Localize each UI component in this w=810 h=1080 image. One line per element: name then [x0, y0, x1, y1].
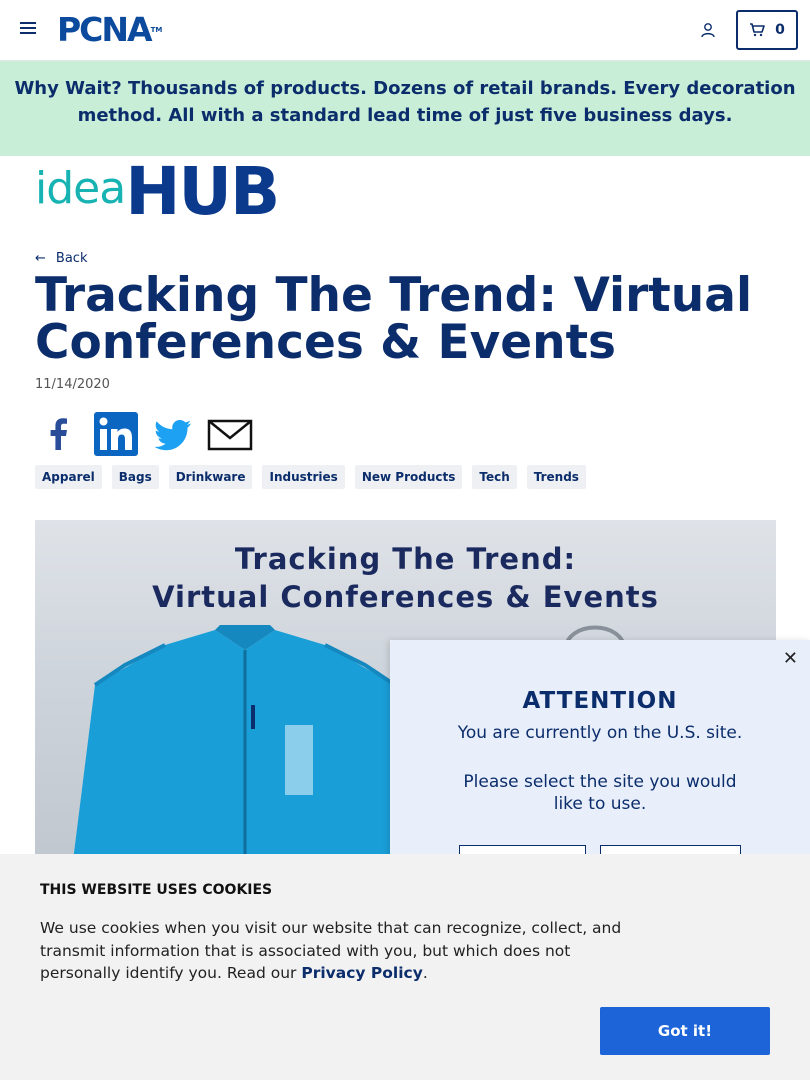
facebook-icon[interactable]: [35, 410, 83, 458]
cookie-title: THIS WEBSITE USES COOKIES: [40, 882, 273, 898]
modal-instruction: Please select the site you would like to…: [463, 772, 737, 814]
back-link[interactable]: ← Back: [35, 251, 87, 266]
cookie-banner: THIS WEBSITE USES COOKIES We use cookies…: [0, 854, 810, 1080]
tag-list: Apparel Bags Drinkware Industries New Pr…: [35, 465, 586, 489]
hero-title: Tracking The Trend: Virtual Conferences …: [35, 540, 776, 616]
email-icon[interactable]: [206, 410, 254, 458]
logo-text: PCNA: [57, 10, 153, 49]
cookie-text: We use cookies when you visit our websit…: [40, 917, 630, 985]
modal-heading: ATTENTION: [522, 688, 678, 714]
hero-title-line1: Tracking The Trend:: [234, 542, 577, 576]
linkedin-icon[interactable]: [92, 410, 140, 458]
cart-button[interactable]: 0: [736, 10, 798, 50]
tag-drinkware[interactable]: Drinkware: [168, 465, 253, 489]
pcna-logo[interactable]: PCNATM: [57, 13, 162, 47]
privacy-policy-link[interactable]: Privacy Policy: [301, 964, 423, 982]
ideahub-idea: idea: [35, 163, 126, 214]
hero-title-line2: Virtual Conferences & Events: [152, 580, 659, 614]
hamburger-menu-icon[interactable]: [20, 22, 36, 36]
site-selection-modal: ✕ ATTENTION You are currently on the U.S…: [390, 640, 810, 865]
ideahub-logo[interactable]: idea HUB: [35, 153, 280, 230]
banner-text: Thousands of products. Dozens of retail …: [77, 78, 796, 126]
banner-lead: Why Wait?: [14, 78, 122, 99]
cart-count: 0: [775, 22, 785, 38]
tag-new-products[interactable]: New Products: [354, 465, 463, 489]
article-date: 11/14/2020: [35, 377, 110, 392]
arrow-left-icon: ←: [35, 251, 46, 266]
cookie-period: .: [422, 964, 428, 982]
tag-apparel[interactable]: Apparel: [35, 465, 102, 489]
tag-tech[interactable]: Tech: [472, 465, 517, 489]
logo-trademark: TM: [150, 26, 163, 34]
jacket-illustration: [70, 625, 420, 880]
site-header: PCNATM 0: [0, 0, 810, 61]
modal-current-site: You are currently on the U.S. site.: [457, 723, 743, 743]
share-buttons: [35, 410, 263, 458]
account-icon[interactable]: [700, 22, 716, 38]
tag-bags[interactable]: Bags: [111, 465, 159, 489]
got-it-button[interactable]: Got it!: [600, 1007, 770, 1055]
close-icon[interactable]: ✕: [783, 648, 798, 669]
article-title: Tracking The Trend: Virtual Conferences …: [35, 268, 753, 370]
tag-trends[interactable]: Trends: [526, 465, 586, 489]
cart-icon: [750, 23, 765, 37]
ideahub-hub: HUB: [125, 153, 280, 230]
twitter-icon[interactable]: [149, 410, 197, 458]
promo-banner: Why Wait? Thousands of products. Dozens …: [0, 61, 810, 156]
tag-industries[interactable]: Industries: [262, 465, 345, 489]
back-label: Back: [55, 251, 88, 266]
